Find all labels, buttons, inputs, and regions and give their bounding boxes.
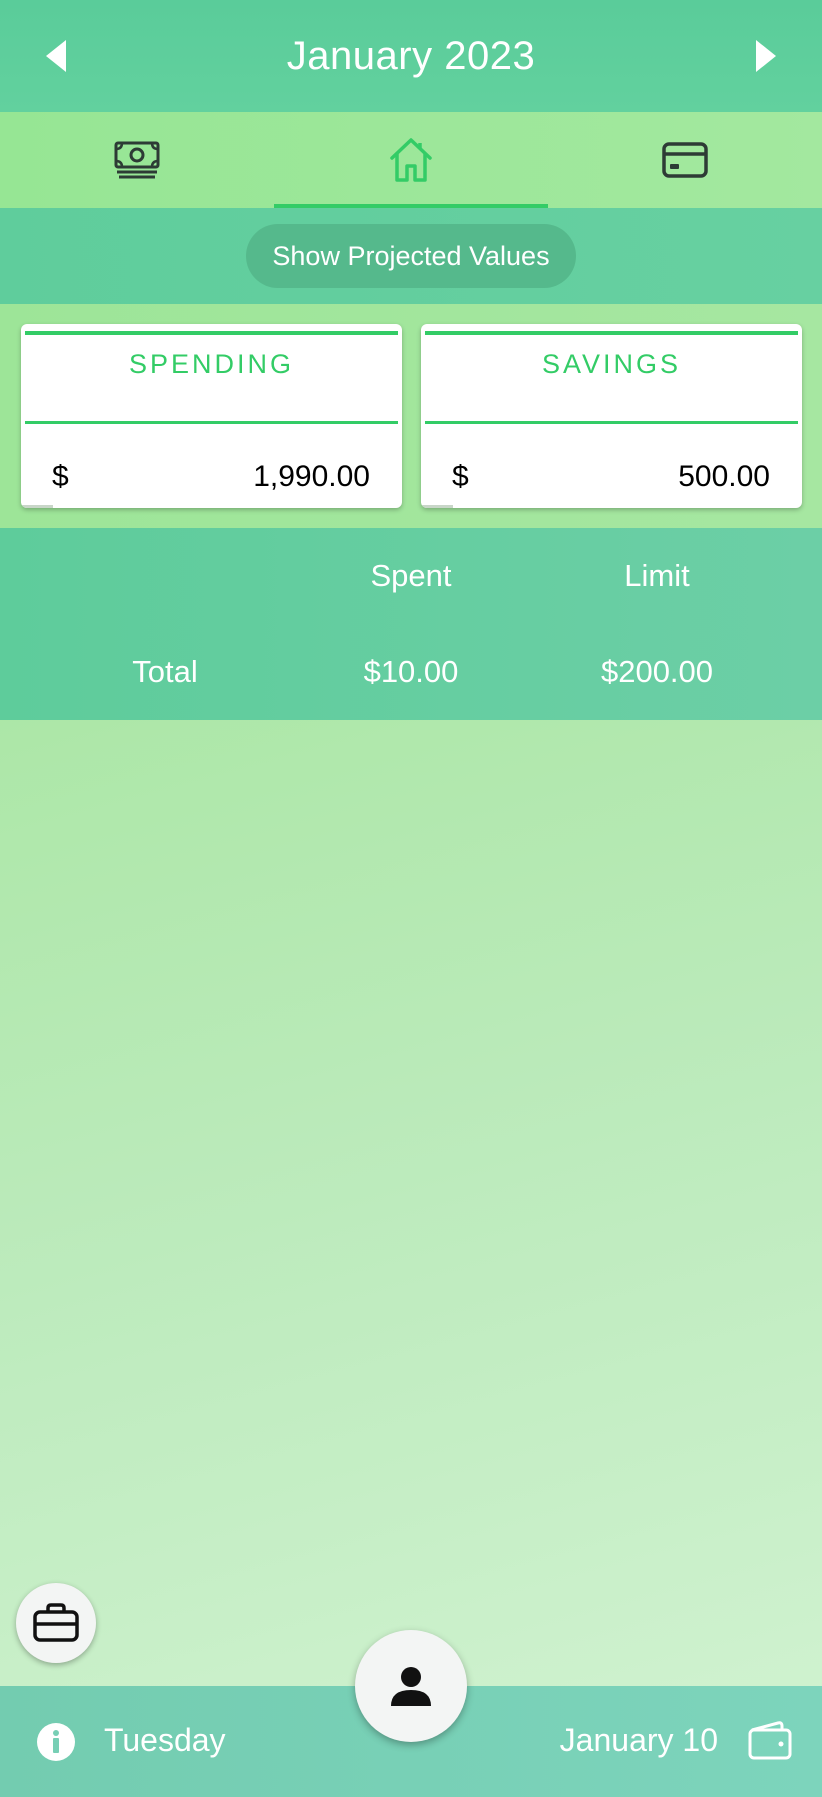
briefcase-icon	[33, 1603, 79, 1642]
cash-icon	[114, 141, 160, 179]
savings-label: SAVINGS	[541, 349, 682, 379]
spending-currency: $	[52, 460, 69, 493]
spending-label: SPENDING	[128, 349, 295, 379]
wallet-icon[interactable]	[748, 1720, 792, 1760]
tab-card[interactable]	[548, 112, 822, 208]
column-header-limit: Limit	[624, 558, 690, 593]
card-divider	[425, 421, 798, 424]
savings-currency: $	[452, 460, 469, 493]
info-icon[interactable]	[36, 1722, 76, 1762]
spending-summary-table: Spent Limit Total $10.00 $200.00	[0, 528, 822, 720]
person-icon	[391, 1667, 431, 1706]
tab-bar	[0, 112, 822, 208]
home-icon	[390, 138, 432, 182]
footer-day: Tuesday	[104, 1722, 226, 1758]
savings-amount[interactable]: 500.00	[678, 460, 770, 494]
total-limit-value: $200.00	[600, 654, 714, 689]
card-accent	[21, 505, 53, 508]
card-divider	[25, 421, 398, 424]
briefcase-button[interactable]	[16, 1583, 96, 1663]
projected-values-bar: Show Projected Values	[0, 208, 822, 304]
total-spent-value: $10.00	[363, 654, 459, 689]
spending-card[interactable]: SPENDING $ 1,990.00	[21, 324, 402, 508]
column-header-spent: Spent	[370, 558, 452, 593]
credit-card-icon	[662, 142, 708, 178]
spending-amount[interactable]: 1,990.00	[253, 460, 370, 494]
footer-date: January 10	[559, 1722, 718, 1758]
show-projected-values-button[interactable]: Show Projected Values	[246, 224, 576, 288]
budget-cards: SPENDING $ 1,990.00 SAVINGS $ 500.00	[0, 304, 822, 528]
tab-home[interactable]	[274, 112, 548, 208]
profile-button[interactable]	[355, 1630, 467, 1742]
card-divider	[425, 331, 798, 335]
card-divider	[25, 331, 398, 335]
chevron-right-icon[interactable]	[750, 38, 780, 74]
total-row-label: Total	[132, 654, 198, 689]
tab-cash[interactable]	[0, 112, 274, 208]
chevron-left-icon[interactable]	[42, 38, 72, 74]
card-accent	[421, 505, 453, 508]
month-title: January 2023	[286, 33, 536, 78]
month-header: January 2023	[0, 0, 822, 112]
savings-card[interactable]: SAVINGS $ 500.00	[421, 324, 802, 508]
